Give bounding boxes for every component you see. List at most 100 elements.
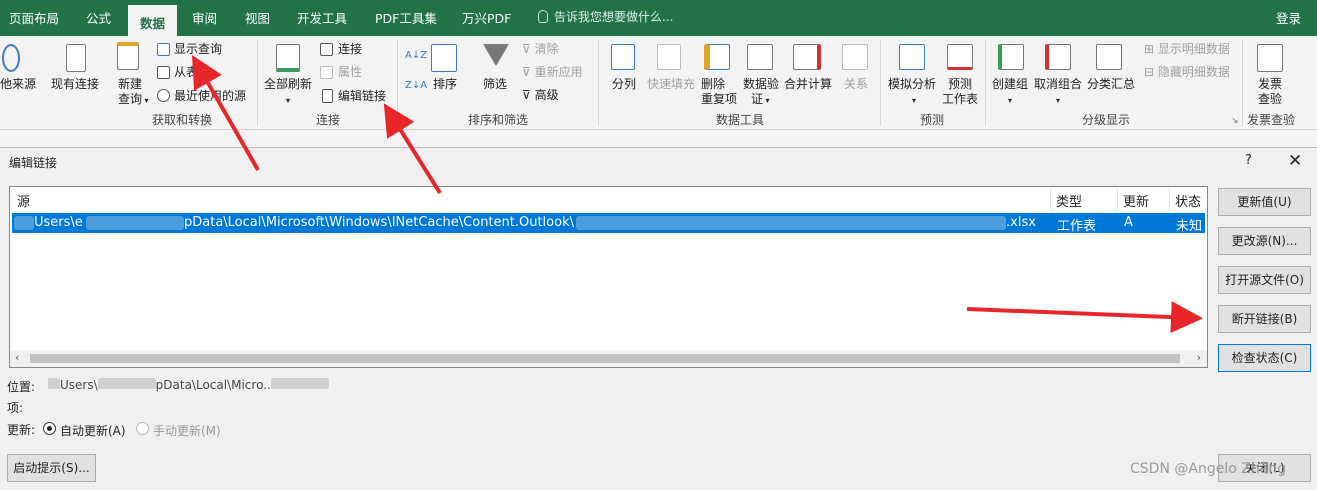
tab-review[interactable]: 审阅 [192, 8, 217, 27]
tab-data[interactable]: 数据 [128, 5, 178, 36]
table-row-selected[interactable]: Users\e pData\Local\Microsoft\Windows\IN… [12, 213, 1205, 234]
data-validation-button[interactable]: 数据验证 ▾ [743, 77, 779, 108]
show-detail-button[interactable]: ⊞ 显示明细数据 [1144, 42, 1230, 57]
break-link-button[interactable]: 断开链接(B) [1218, 305, 1311, 333]
show-detail-icon: ⊞ [1144, 42, 1155, 56]
open-source-button[interactable]: 打开源文件(O) [1218, 266, 1311, 294]
new-query-label-1: 新建 [118, 77, 143, 91]
column-header-source[interactable]: 源 [17, 191, 30, 210]
filter-button[interactable]: 筛选 [483, 77, 507, 92]
forecast-sheet-button[interactable]: 预测 工作表 [942, 77, 978, 107]
dialog-title: 编辑链接 [9, 156, 58, 170]
tab-view[interactable]: 视图 [245, 8, 270, 27]
scrollbar-thumb[interactable] [30, 354, 1180, 363]
clear-button[interactable]: ⊽ 清除 [522, 42, 559, 57]
tab-pdf-tools[interactable]: PDF工具集 [375, 8, 437, 27]
column-divider[interactable] [1117, 189, 1118, 211]
relationships-button[interactable]: 关系 [844, 77, 868, 92]
redacted-text [14, 216, 34, 230]
auto-update-label[interactable]: 自动更新(A) [60, 422, 126, 439]
ungroup-icon [1045, 44, 1071, 70]
edit-links-button[interactable]: 编辑链接 [338, 89, 386, 104]
tab-page-layout[interactable]: 页面布局 [9, 8, 59, 27]
horizontal-scrollbar[interactable]: ‹ › [10, 350, 1207, 367]
tab-wondershare-pdf[interactable]: 万兴PDF [462, 8, 511, 27]
remove-dup-label-1: 删除 [701, 77, 726, 91]
filter-icon [483, 44, 509, 66]
column-header-type[interactable]: 类型 [1056, 191, 1082, 210]
group-label-invoice: 发票查验 [1247, 113, 1296, 127]
forecast-label-2: 工作表 [942, 92, 979, 106]
whatif-label: 模拟分析 [888, 77, 937, 91]
hide-detail-button[interactable]: ⊟ 隐藏明细数据 [1144, 65, 1230, 80]
location-label: 位置: [7, 380, 36, 394]
group-label-forecast: 预测 [920, 113, 945, 127]
help-button[interactable]: ? [1245, 153, 1252, 168]
properties-button[interactable]: 属性 [338, 65, 362, 80]
flash-fill-button[interactable]: 快速填充 [647, 77, 695, 92]
sort-button[interactable]: 排序 [433, 77, 457, 92]
remove-duplicates-button[interactable]: 删除 重复项 [701, 77, 737, 107]
refresh-all-label: 全部刷新 [264, 77, 313, 91]
advanced-filter-button[interactable]: ⊽ 高级 [522, 88, 559, 103]
manual-update-label[interactable]: 手动更新(M) [153, 422, 221, 439]
subtotal-button[interactable]: 分类汇总 [1087, 77, 1135, 92]
from-table-button[interactable]: 从表 [174, 65, 198, 80]
group-label-connections: 连接 [316, 113, 341, 127]
group-button[interactable]: 创建组 ▾ [992, 77, 1028, 108]
consolidate-icon [793, 44, 821, 70]
invoice-check-button[interactable]: 发票 查验 [1258, 77, 1282, 107]
validation-label-1: 数据验 [743, 77, 780, 91]
edit-links-dialog: 编辑链接 ? ✕ 源 类型 更新 状态 Users\e pData\Local\… [0, 147, 1317, 490]
column-divider[interactable] [1169, 189, 1170, 211]
sort-az-icon[interactable]: A↓Z [405, 48, 427, 63]
login-link[interactable]: 登录 [1276, 8, 1301, 27]
refresh-all-button[interactable]: 全部刷新 ▾ [264, 77, 312, 108]
auto-update-radio[interactable] [43, 422, 56, 435]
show-queries-button[interactable]: 显示查询 [174, 42, 222, 57]
scroll-left-icon[interactable]: ‹ [15, 351, 19, 364]
what-if-analysis-button[interactable]: 模拟分析 ▾ [888, 77, 936, 108]
subtotal-icon [1096, 44, 1122, 70]
tab-formulas[interactable]: 公式 [86, 8, 111, 27]
links-list[interactable]: 源 类型 更新 状态 Users\e pData\Local\Microsoft… [9, 186, 1208, 368]
forecast-sheet-icon [947, 44, 973, 70]
column-divider[interactable] [1050, 189, 1051, 211]
tell-me-box[interactable]: 告诉我您想要做什么... [538, 8, 673, 25]
scroll-right-icon[interactable]: › [1197, 351, 1201, 364]
consolidate-button[interactable]: 合并计算 [784, 77, 832, 92]
reapply-button[interactable]: ⊽ 重新应用 [522, 65, 583, 80]
change-source-button[interactable]: 更改源(N)... [1218, 227, 1311, 255]
other-sources-button[interactable]: 他来源 [0, 77, 36, 92]
new-query-button[interactable]: 新建 查询 ▾ [118, 77, 149, 108]
advanced-filter-icon: ⊽ [522, 88, 531, 102]
check-status-button[interactable]: 检查状态(C) [1218, 344, 1311, 372]
sort-za-icon[interactable]: Z↓A [405, 78, 427, 93]
existing-connections-button[interactable]: 现有连接 [51, 77, 99, 92]
group-label-outline: 分级显示 [1082, 113, 1131, 127]
group-icon [998, 44, 1024, 70]
tab-developer[interactable]: 开发工具 [297, 8, 347, 27]
ungroup-button[interactable]: 取消组合 ▾ [1034, 77, 1082, 108]
location-value-start: Users\ [60, 378, 98, 392]
close-icon[interactable]: ✕ [1288, 151, 1302, 171]
ungroup-label: 取消组合 [1034, 77, 1083, 91]
ribbon-tab-bar: 页面布局 公式 数据 审阅 视图 开发工具 PDF工具集 万兴PDF 告诉我您想… [0, 0, 1317, 36]
reapply-icon: ⊽ [522, 65, 531, 79]
link-source-ext: .xlsx [1006, 215, 1036, 230]
column-header-update[interactable]: 更新 [1123, 191, 1149, 210]
recent-sources-button[interactable]: 最近使用的源 [174, 89, 246, 104]
dialog-launcher-icon[interactable]: ↘ [1231, 114, 1239, 129]
manual-update-radio[interactable] [136, 422, 149, 435]
text-to-columns-button[interactable]: 分列 [612, 77, 636, 92]
connections-button[interactable]: 连接 [338, 42, 362, 57]
update-values-button[interactable]: 更新值(U) [1218, 188, 1311, 216]
from-table-icon [157, 66, 170, 79]
column-header-status[interactable]: 状态 [1175, 191, 1201, 210]
ribbon: 他来源 现有连接 新建 查询 ▾ 显示查询 从表 最近使用的源 获取和转换 全部刷… [0, 36, 1317, 130]
clear-label: 清除 [534, 42, 559, 56]
group-label: 创建组 [992, 77, 1029, 91]
invoice-check-icon [1257, 44, 1283, 72]
startup-prompt-button[interactable]: 启动提示(S)... [7, 454, 96, 482]
remove-duplicates-icon [704, 44, 730, 70]
